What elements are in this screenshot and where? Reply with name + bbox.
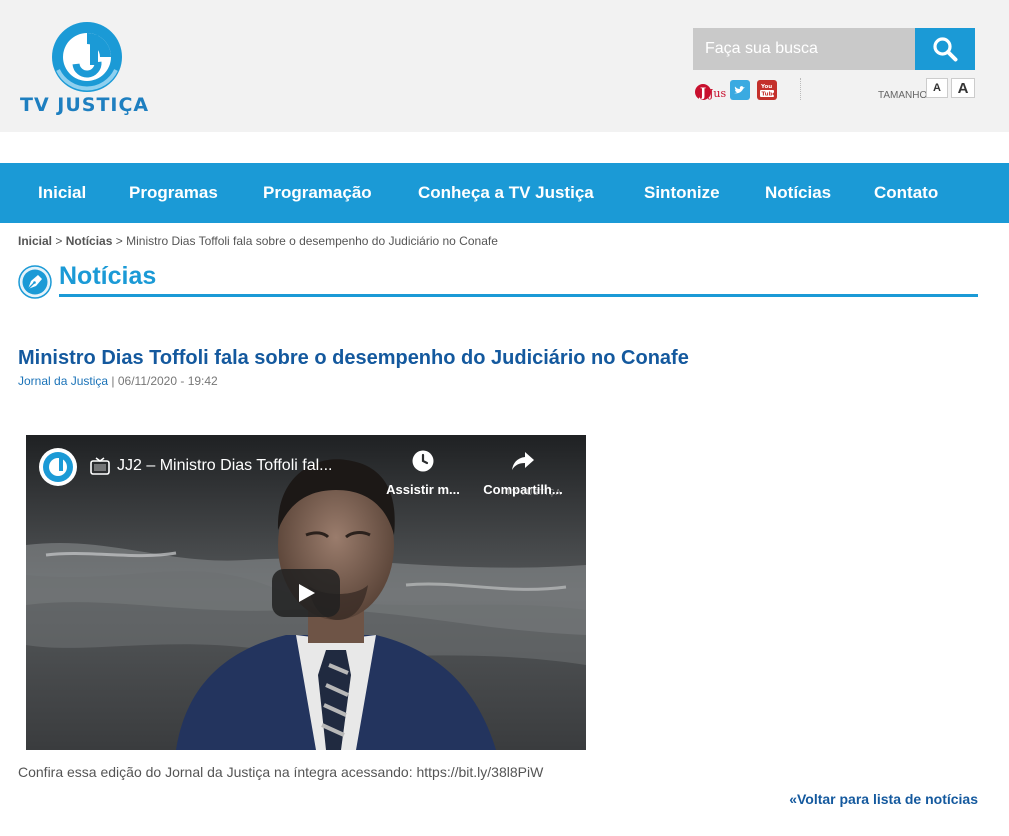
nav-item-contato[interactable]: Contato xyxy=(874,163,938,223)
watch-later-button[interactable]: Assistir m... xyxy=(378,449,468,497)
svg-text:You: You xyxy=(760,84,772,90)
nav-item-programacao[interactable]: Programação xyxy=(263,163,372,223)
breadcrumb-current: Ministro Dias Toffoli fala sobre o desem… xyxy=(126,234,498,248)
tv-justica-logo[interactable]: TV JUSTIÇA xyxy=(18,20,158,120)
nav-item-sintonize[interactable]: Sintonize xyxy=(644,163,720,223)
article-meta: Jornal da Justiça | 06/11/2020 - 19:42 xyxy=(18,374,218,388)
font-decrease-button[interactable]: A xyxy=(926,78,948,98)
svg-text:Tube: Tube xyxy=(762,92,777,98)
font-increase-button[interactable]: A xyxy=(951,78,975,98)
search-input[interactable] xyxy=(693,28,915,70)
youtube-icon: You Tube xyxy=(757,80,777,100)
svg-text:Jus: Jus xyxy=(708,87,726,100)
font-size-label: TAMANHO xyxy=(878,90,928,101)
tv-justica-logo-icon xyxy=(52,22,122,92)
site-header: TV JUSTIÇA J Jus You Tube TAMANHO A A xyxy=(0,0,1009,132)
breadcrumb-home-link[interactable]: Inicial xyxy=(18,234,52,248)
article-datetime: 06/11/2020 - 19:42 xyxy=(117,374,218,388)
search-icon xyxy=(933,37,958,62)
nav-item-conheca[interactable]: Conheça a TV Justiça xyxy=(418,163,594,223)
page-title: Notícias xyxy=(59,262,157,290)
logo-text: TV JUSTIÇA xyxy=(20,94,150,116)
share-arrow-icon xyxy=(512,452,534,470)
meta-separator: | xyxy=(111,374,115,388)
header-divider xyxy=(800,78,801,100)
twitter-icon xyxy=(730,80,750,100)
video-title[interactable]: JJ2 – Ministro Dias Toffoli fal... xyxy=(117,457,333,475)
nav-item-noticias[interactable]: Notícias xyxy=(765,163,831,223)
jus-icon: J Jus xyxy=(695,84,726,101)
breadcrumb: Inicial > Notícias > Ministro Dias Toffo… xyxy=(18,234,498,248)
play-button[interactable] xyxy=(272,569,340,617)
youtube-social-link[interactable]: You Tube xyxy=(757,80,777,102)
clock-icon xyxy=(412,450,434,472)
watch-later-label: Assistir m... xyxy=(386,482,460,497)
breadcrumb-section-link[interactable]: Notícias xyxy=(66,234,113,248)
title-underline xyxy=(59,294,978,297)
breadcrumb-separator: > xyxy=(115,234,123,248)
twitter-social-link[interactable] xyxy=(730,80,750,102)
main-nav: Inicial Programas Programação Conheça a … xyxy=(0,163,1009,223)
jus-social-link[interactable]: J Jus xyxy=(694,80,728,102)
search-button[interactable] xyxy=(915,28,975,70)
play-icon xyxy=(299,584,315,602)
nav-item-inicial[interactable]: Inicial xyxy=(38,163,86,223)
nav-item-programas[interactable]: Programas xyxy=(129,163,218,223)
article-program-link[interactable]: Jornal da Justiça xyxy=(18,374,108,388)
back-to-news-link[interactable]: «Voltar para lista de notícias xyxy=(789,791,978,807)
channel-avatar[interactable] xyxy=(38,447,78,487)
video-watermark: TV JUSTIÇA xyxy=(506,488,562,497)
tv-icon xyxy=(90,457,110,475)
breadcrumb-separator: > xyxy=(55,234,63,248)
article-caption: Confira essa edição do Jornal da Justiça… xyxy=(18,764,544,780)
article-title: Ministro Dias Toffoli fala sobre o desem… xyxy=(18,347,689,369)
pen-nib-icon xyxy=(18,265,52,299)
video-player[interactable]: JJ2 – Ministro Dias Toffoli fal... Assis… xyxy=(26,435,586,750)
svg-text:J: J xyxy=(699,86,706,101)
